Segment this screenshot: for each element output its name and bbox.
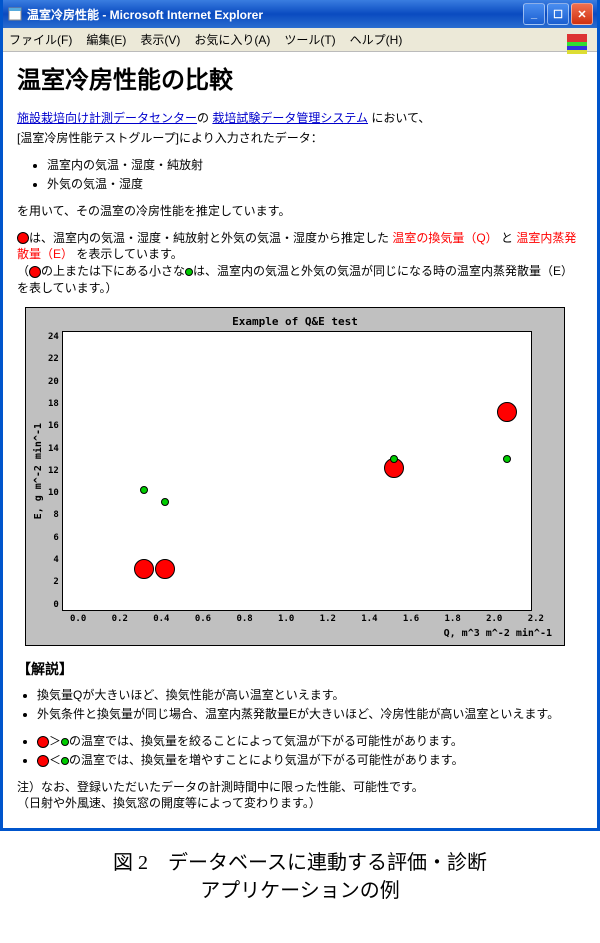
xtick: 2.2 <box>528 613 544 626</box>
link-system[interactable]: 栽培試験データ管理システム <box>212 111 368 125</box>
note-2: （日射や外風速、換気窓の開度等によって変わります。） <box>17 795 583 812</box>
intro-mid: の <box>197 111 212 125</box>
exp-2: 外気条件と換気量が同じ場合、温室内蒸発散量Eが大きいほど、冷房性能が高い温室とい… <box>37 706 583 723</box>
exp-3: ＞ の温室では、換気量を絞ることによって気温が下がる可能性があります。 <box>37 733 583 750</box>
red-large-point <box>134 559 154 579</box>
xtick: 0.0 <box>70 613 86 626</box>
red-large-point <box>497 402 517 422</box>
q-label: 温室の換気量（Q） <box>392 231 497 245</box>
window-controls: _ ☐ ✕ <box>523 3 593 25</box>
ytick: 14 <box>48 443 59 456</box>
menu-tools[interactable]: ツール(T) <box>284 31 335 48</box>
ytick: 10 <box>48 487 59 500</box>
explanation-list-2: ＞ の温室では、換気量を絞ることによって気温が下がる可能性があります。 ＜ の温室で… <box>37 733 583 769</box>
menu-favorites[interactable]: お気に入り(A) <box>194 31 270 48</box>
exp-4: ＜ の温室では、換気量を増やすことにより気温が下がる可能性があります。 <box>37 752 583 769</box>
chart-xticks: 0.0 0.2 0.4 0.6 0.8 1.0 1.2 1.4 1.6 1.8 2.0 2.2 <box>70 613 544 626</box>
ytick: 16 <box>48 420 59 433</box>
green-dot-icon <box>61 738 69 746</box>
red-large-point <box>155 559 175 579</box>
green-small-point <box>161 498 169 506</box>
exp-1: 換気量Qが大きいほど、換気性能が高い温室といえます。 <box>37 687 583 704</box>
figure-caption: 図 2 データベースに連動する評価・診断 アプリケーションの例 <box>0 849 600 905</box>
intro-line: 施設栽培向け計測データセンターの 栽培試験データ管理システム において、 <box>17 110 583 127</box>
browser-window: 温室冷房性能 - Microsoft Internet Explorer _ ☐… <box>0 0 600 831</box>
redpara-a: は、温室内の気温・湿度・純放射と外気の気温・湿度から推定した <box>29 231 392 245</box>
link-datacenter[interactable]: 施設栽培向け計測データセンター <box>17 111 197 125</box>
bullet-2: 外気の気温・湿度 <box>47 176 583 193</box>
bullet-1: 温室内の気温・湿度・純放射 <box>47 157 583 174</box>
note-1: 注）なお、登録いただいたデータの計測時間中に限った性能、可能性です。 <box>17 779 583 796</box>
red-paragraph: は、温室内の気温・湿度・純放射と外気の気温・湿度から推定した 温室の換気量（Q）… <box>17 230 583 297</box>
xtick: 0.8 <box>236 613 252 626</box>
green-small-point <box>390 455 398 463</box>
chart-yticks: 242220181614121086420 <box>48 331 62 611</box>
menu-view[interactable]: 表示(V) <box>140 31 180 48</box>
bracket-line: [温室冷房性能テストグループ]により入力されたデータ： <box>17 130 583 147</box>
window-title: 温室冷房性能 - Microsoft Internet Explorer <box>27 6 523 23</box>
titlebar[interactable]: 温室冷房性能 - Microsoft Internet Explorer _ ☐… <box>3 0 597 28</box>
xtick: 1.6 <box>403 613 419 626</box>
exp4-text: の温室では、換気量を増やすことにより気温が下がる可能性があります。 <box>69 753 464 767</box>
ytick: 6 <box>48 532 59 545</box>
xtick: 2.0 <box>486 613 502 626</box>
red-dot-icon <box>37 736 49 748</box>
menu-help[interactable]: ヘルプ(H) <box>350 31 403 48</box>
xtick: 0.2 <box>112 613 128 626</box>
caption-line-1: 図 2 データベースに連動する評価・診断 <box>113 852 487 874</box>
ytick: 2 <box>48 576 59 589</box>
ytick: 4 <box>48 554 59 567</box>
green-small-point <box>503 455 511 463</box>
ytick: 24 <box>48 331 59 344</box>
para-1: を用いて、その温室の冷房性能を推定しています。 <box>17 203 583 220</box>
intro-tail: において、 <box>368 111 430 125</box>
exp3-text: の温室では、換気量を絞ることによって気温が下がる可能性があります。 <box>69 734 463 748</box>
green-dot-icon <box>185 268 193 276</box>
paren-b: の上または下にある小さな <box>41 264 185 278</box>
caption-line-2: アプリケーションの例 <box>200 880 400 902</box>
redpara-and: と <box>498 231 517 245</box>
green-dot-icon <box>61 757 69 765</box>
ytick: 22 <box>48 353 59 366</box>
explanation-list-1: 換気量Qが大きいほど、換気性能が高い温室といえます。 外気条件と換気量が同じ場合… <box>37 687 583 723</box>
red-dot-icon <box>37 755 49 767</box>
input-data-list: 温室内の気温・湿度・純放射 外気の気温・湿度 <box>47 157 583 193</box>
xtick: 0.6 <box>195 613 211 626</box>
page-content: 温室冷房性能の比較 施設栽培向け計測データセンターの 栽培試験データ管理システム… <box>3 52 597 828</box>
close-button[interactable]: ✕ <box>571 3 593 25</box>
ytick: 0 <box>48 599 59 612</box>
xtick: 1.2 <box>320 613 336 626</box>
red-dot-icon <box>29 266 41 278</box>
ie-logo-icon <box>563 30 591 58</box>
ytick: 8 <box>48 509 59 522</box>
minimize-button[interactable]: _ <box>523 3 545 25</box>
chart-plot-area <box>62 331 532 611</box>
chart-xlabel: Q, m^3 m^-2 min^-1 <box>30 627 552 641</box>
green-small-point <box>140 486 148 494</box>
page-icon <box>7 6 23 22</box>
xtick: 0.4 <box>153 613 169 626</box>
menu-edit[interactable]: 編集(E) <box>86 31 126 48</box>
maximize-button[interactable]: ☐ <box>547 3 569 25</box>
chart-title: Example of Q&E test <box>30 314 560 329</box>
chart-ylabel: E, g m^-2 min^-1 <box>30 423 48 519</box>
menubar: ファイル(F) 編集(E) 表示(V) お気に入り(A) ツール(T) ヘルプ(… <box>3 28 597 52</box>
chart-container: Example of Q&E test E, g m^-2 min^-1 242… <box>25 307 565 646</box>
red-dot-icon <box>17 232 29 244</box>
section-heading: 【解説】 <box>17 660 583 680</box>
redpara-b: を表示しています。 <box>73 247 183 261</box>
lt-sign: ＜ <box>49 753 61 767</box>
paren-a: （ <box>17 264 29 278</box>
xtick: 1.8 <box>444 613 460 626</box>
ytick: 20 <box>48 376 59 389</box>
xtick: 1.4 <box>361 613 377 626</box>
ytick: 12 <box>48 465 59 478</box>
xtick: 1.0 <box>278 613 294 626</box>
page-title: 温室冷房性能の比較 <box>17 64 583 98</box>
gt-sign: ＞ <box>49 734 61 748</box>
menu-file[interactable]: ファイル(F) <box>9 31 72 48</box>
ytick: 18 <box>48 398 59 411</box>
